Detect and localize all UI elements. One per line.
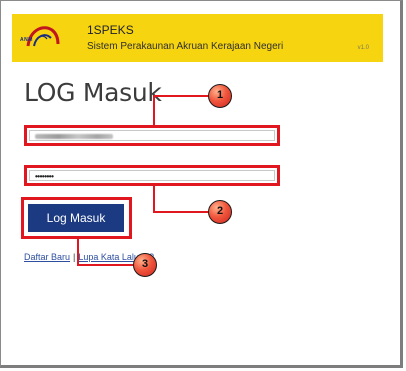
app-version: v1.0 <box>357 45 369 51</box>
username-field[interactable] <box>24 125 280 146</box>
register-link[interactable]: Daftar Baru <box>24 252 70 262</box>
password-field[interactable]: •••••••• <box>24 165 280 186</box>
callout-1-connector-v <box>153 95 155 127</box>
login-button[interactable]: Log Masuk <box>28 204 124 232</box>
login-button-highlight: Log Masuk <box>21 197 132 239</box>
callout-2-badge: 2 <box>208 200 232 224</box>
callout-1-badge: 1 <box>208 84 232 108</box>
app-name: 1SPEKS <box>87 23 134 37</box>
callout-2-connector-h <box>153 211 208 213</box>
callout-3-connector-v <box>77 239 79 265</box>
callout-3-badge: 3 <box>133 253 157 277</box>
callout-1-connector-h <box>153 95 208 97</box>
app-header: ANM 1SPEKS Sistem Perakaunan Akruan Kera… <box>12 14 383 62</box>
callout-2-connector-v <box>153 186 155 212</box>
password-input[interactable]: •••••••• <box>29 170 275 181</box>
app-subtitle: Sistem Perakaunan Akruan Kerajaan Negeri <box>87 41 284 52</box>
username-input[interactable] <box>29 130 275 141</box>
callout-3-connector-h <box>77 264 133 266</box>
page-title: LOG Masuk <box>24 78 162 107</box>
blurred-username-value <box>35 134 113 139</box>
link-separator: | <box>73 252 76 262</box>
logo-text: ANM <box>20 37 33 43</box>
password-masked-value: •••••••• <box>35 172 54 181</box>
